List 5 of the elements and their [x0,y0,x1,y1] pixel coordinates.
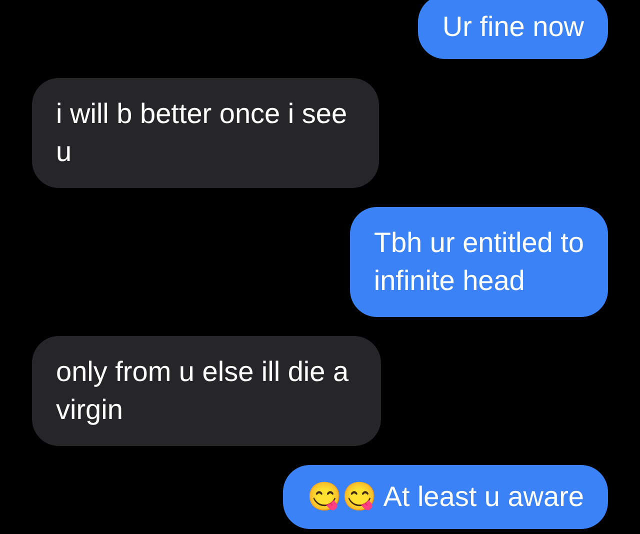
sent-message-bubble: 😋😋 At least u aware [282,465,608,529]
sent-message-bubble: Tbh ur entitled to infinite head [350,207,608,317]
received-message-bubble: i will b better once i see u [32,78,380,188]
received-message-bubble: only from u else ill die a virgin [32,336,381,446]
sent-message-bubble: Ur fine now [418,0,608,59]
